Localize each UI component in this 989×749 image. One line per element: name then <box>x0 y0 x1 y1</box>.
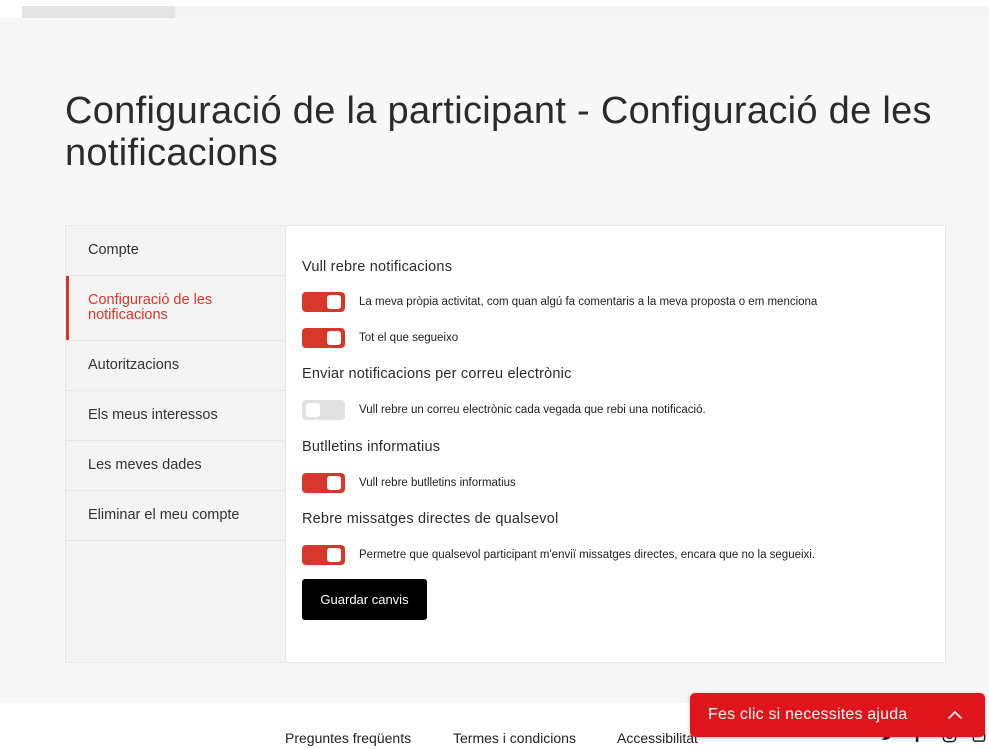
direct-messages-toggle[interactable] <box>302 545 345 565</box>
notifications-heading: Vull rebre notificacions <box>302 259 453 275</box>
newsletter-label: Vull rebre butlletins informatius <box>359 477 516 489</box>
email-each-label: Vull rebre un correu electrònic cada veg… <box>359 404 706 416</box>
toggle-knob <box>327 476 341 490</box>
settings-panel: Compte Configuració de les notificacions… <box>65 225 946 663</box>
email-each-toggle[interactable] <box>302 400 345 420</box>
direct-messages-heading: Rebre missatges directes de qualsevol <box>302 511 559 527</box>
newsletter-row: Vull rebre butlletins informatius <box>302 473 516 493</box>
sidebar-item-account[interactable]: Compte <box>66 226 285 276</box>
sidebar-item-label: Compte <box>88 242 139 258</box>
newsletter-toggle[interactable] <box>302 473 345 493</box>
toggle-knob <box>327 331 341 345</box>
footer-link-accessibility[interactable]: Accessibilitat <box>617 730 698 746</box>
own-activity-label: La meva pròpia activitat, com quan algú … <box>359 296 818 308</box>
toggle-knob <box>306 403 320 417</box>
help-chat-widget[interactable]: Fes clic si necessites ajuda <box>690 693 985 737</box>
sidebar-item-notifications[interactable]: Configuració de les notificacions <box>66 276 285 341</box>
notifications-form: Vull rebre notificacions La meva pròpia … <box>302 226 942 662</box>
following-toggle[interactable] <box>302 328 345 348</box>
chevron-up-icon[interactable] <box>947 710 963 720</box>
newsletter-heading: Butlletins informatius <box>302 439 441 455</box>
toggle-knob <box>327 295 341 309</box>
sidebar-item-delete-account[interactable]: Eliminar el meu compte <box>66 491 285 541</box>
sidebar-item-authorizations[interactable]: Autoritzacions <box>66 341 285 391</box>
footer-link-terms[interactable]: Termes i condicions <box>453 730 576 746</box>
own-activity-row: La meva pròpia activitat, com quan algú … <box>302 292 817 312</box>
own-activity-toggle[interactable] <box>302 292 345 312</box>
following-label: Tot el que segueixo <box>359 332 459 344</box>
direct-messages-label: Permetre que qualsevol participant m'env… <box>359 549 816 561</box>
sidebar-item-my-data[interactable]: Les meves dades <box>66 441 285 491</box>
sidebar-item-label: Els meus interessos <box>88 407 218 423</box>
top-strip <box>0 0 989 18</box>
save-button[interactable]: Guardar canvis <box>302 579 427 620</box>
direct-messages-row: Permetre que qualsevol participant m'env… <box>302 545 815 565</box>
sidebar-item-interests[interactable]: Els meus interessos <box>66 391 285 441</box>
email-each-row: Vull rebre un correu electrònic cada veg… <box>302 400 706 420</box>
email-heading: Enviar notificacions per correu electròn… <box>302 366 572 382</box>
toggle-knob <box>327 548 341 562</box>
help-chat-label: Fes clic si necessites ajuda <box>708 706 908 723</box>
page-title: Configuració de la participant - Configu… <box>65 90 932 174</box>
sidebar-item-label: Configuració de les notificacions <box>88 292 213 323</box>
sidebar-item-label: Les meves dades <box>88 457 202 473</box>
sidebar-nav: Compte Configuració de les notificacions… <box>66 226 286 662</box>
sidebar-item-label: Eliminar el meu compte <box>88 507 240 523</box>
footer-link-faq[interactable]: Preguntes freqüents <box>285 730 411 746</box>
sidebar-item-label: Autoritzacions <box>88 357 180 373</box>
following-row: Tot el que segueixo <box>302 328 458 348</box>
top-strip-tab <box>22 6 175 18</box>
